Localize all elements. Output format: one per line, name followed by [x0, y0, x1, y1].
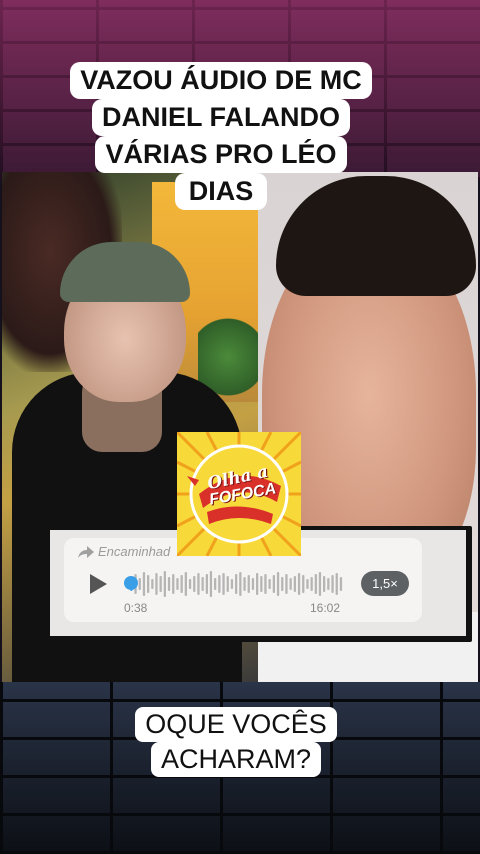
waveform-bar	[289, 578, 292, 590]
waveform-bar	[323, 576, 326, 592]
waveform-bar	[193, 576, 196, 592]
waveform-bar	[339, 577, 343, 591]
message-timestamp: 16:02	[310, 601, 341, 615]
waveform-bar	[335, 573, 338, 595]
waveform-bar	[310, 577, 313, 591]
audio-waveform[interactable]	[126, 568, 344, 600]
waveform-bar	[222, 573, 225, 595]
waveform-bar	[276, 572, 280, 596]
waveform-bar	[268, 579, 271, 589]
waveform-bar	[159, 576, 162, 592]
question-line-1: OQUE VOCÊS	[135, 707, 337, 742]
question-line-2: ACHARAM?	[150, 742, 322, 777]
waveform-bar	[327, 578, 330, 590]
waveform-bar	[314, 574, 317, 594]
waveform-bar	[147, 575, 150, 593]
headline-line-1: VAZOU ÁUDIO DE MC	[70, 62, 372, 99]
waveform-bar	[180, 575, 183, 593]
headline-line-2: DANIEL FALANDO	[91, 99, 350, 136]
headline-line-3: VÁRIAS PRO LÉO	[95, 136, 347, 173]
olha-a-fofoca-logo: Olha a FOFOCA	[177, 432, 301, 556]
waveform-bar	[297, 573, 301, 595]
waveform-bar	[197, 573, 200, 595]
waveform-bar	[318, 572, 322, 596]
waveform-bar	[285, 574, 288, 594]
waveform-bar	[188, 579, 192, 589]
waveform-bar	[226, 576, 229, 592]
waveform-bar	[142, 572, 146, 596]
waveform-bar	[214, 578, 217, 590]
waveform-bar	[272, 575, 275, 593]
waveform-bar	[155, 573, 158, 595]
forwarded-text: Encaminhad	[98, 544, 171, 559]
forwarded-label: Encaminhad	[78, 544, 170, 559]
waveform-bar	[243, 577, 246, 591]
playback-speed-button[interactable]: 1,5×	[361, 571, 409, 596]
waveform-bar	[239, 572, 242, 596]
waveform-bar	[176, 578, 179, 590]
waveform-bar	[256, 573, 259, 595]
waveform-bar	[251, 578, 255, 590]
waveform-bar	[209, 571, 213, 597]
waveform-bar	[306, 579, 309, 589]
waveform-bar	[230, 579, 234, 589]
waveform-bar	[264, 574, 267, 594]
waveform-bar	[201, 577, 204, 591]
waveform-bar	[205, 574, 208, 594]
waveform-bar	[172, 574, 175, 594]
waveform-bar	[218, 575, 221, 593]
question-caption: OQUE VOCÊS ACHARAM?	[124, 707, 348, 777]
headline-line-4: DIAS	[174, 173, 268, 210]
waveform-bar	[163, 571, 166, 597]
waveform-bar	[281, 577, 284, 591]
elapsed-time: 0:38	[124, 601, 148, 615]
waveform-bar	[151, 579, 154, 589]
waveform-bar	[167, 577, 171, 591]
headline-caption: VAZOU ÁUDIO DE MC DANIEL FALANDO VÁRIAS …	[68, 62, 374, 210]
forward-arrow-icon	[78, 545, 94, 558]
playback-position-dot[interactable]	[124, 576, 138, 590]
waveform-bar	[260, 576, 263, 592]
waveform-bar	[331, 575, 334, 593]
play-icon[interactable]	[90, 574, 107, 594]
waveform-bar	[184, 572, 187, 596]
waveform-bar	[247, 575, 250, 593]
waveform-bar	[302, 575, 305, 593]
waveform-bar	[138, 578, 141, 590]
waveform-bar	[235, 574, 238, 594]
waveform-bar	[293, 576, 296, 592]
